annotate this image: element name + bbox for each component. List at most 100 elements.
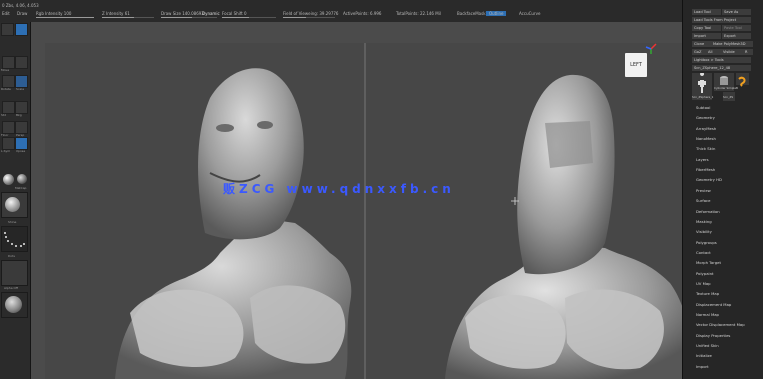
menu-item-fibermesh[interactable]: FiberMesh bbox=[696, 167, 715, 172]
menu-item-display-properties[interactable]: Display Properties bbox=[696, 333, 730, 338]
menu-item-deformation[interactable]: Deformation bbox=[696, 209, 720, 214]
tool-thumb-1-label: Scn_ZSphere_1 bbox=[692, 95, 714, 99]
menu-item-nanomesh[interactable]: NanoMesh bbox=[696, 136, 716, 141]
orientation-cube[interactable]: LEFT bbox=[625, 53, 647, 77]
current-tool-name[interactable]: Scn_ZSphere_12_48 bbox=[692, 65, 751, 71]
goz-button[interactable]: GoZ bbox=[692, 49, 706, 55]
scale-icon[interactable] bbox=[15, 56, 28, 69]
left-shelf: Move Rotate Scale Std Bkg Floor Persp L.… bbox=[0, 22, 31, 379]
dynamic-toggle[interactable]: Dynamic bbox=[202, 11, 220, 16]
focal-shift-slider[interactable] bbox=[222, 17, 276, 18]
r-button[interactable]: R bbox=[743, 49, 753, 55]
window-title: 0 Zbs, 4.06, 4.053 bbox=[2, 3, 39, 8]
dots-stroke-icon bbox=[4, 232, 25, 247]
menu-item-displacement-map[interactable]: Displacement Map bbox=[696, 302, 731, 307]
lsym-label: L.Sym bbox=[1, 149, 11, 153]
menu-item-layers[interactable]: Layers bbox=[696, 157, 709, 162]
draw-size-slider[interactable] bbox=[161, 17, 217, 18]
load-tools-from-project-button[interactable]: Load Tools From Project bbox=[692, 17, 751, 23]
tool-thumb-2-label: Cylinder SimpleB bbox=[714, 86, 738, 90]
focal-shift-label[interactable]: Focal Shift 0 bbox=[222, 11, 247, 16]
tab-edit[interactable]: Edit bbox=[2, 11, 10, 16]
tool-thumb-1[interactable]: Scn_ZSphere_1 bbox=[692, 72, 714, 100]
sculpt-models bbox=[115, 43, 682, 379]
menu-item-uv-map[interactable]: UV Map bbox=[696, 281, 711, 286]
menu-item-geometry-hd[interactable]: Geometry HD bbox=[696, 177, 722, 182]
menu-item-visibility[interactable]: Visibility bbox=[696, 229, 712, 234]
total-points: TotalPoints: 22.146 Mil bbox=[396, 11, 441, 16]
copy-tool-button[interactable]: Copy Tool bbox=[692, 25, 721, 31]
top-toolbar: 0 Zbs, 4.06, 4.053 Edit Draw Rgb Intensi… bbox=[0, 0, 763, 23]
draw-mode-icon[interactable] bbox=[15, 23, 28, 36]
tool-palette: Load Tool Save As Load Tools From Projec… bbox=[682, 0, 763, 379]
menu-item-contact[interactable]: Contact bbox=[696, 250, 711, 255]
menu-item-morph-target[interactable]: Morph Target bbox=[696, 260, 721, 265]
tab-draw[interactable]: Draw bbox=[17, 11, 27, 16]
matcap-swatch-icon[interactable] bbox=[17, 174, 27, 184]
canvas[interactable] bbox=[45, 43, 682, 379]
material-slot[interactable] bbox=[1, 192, 28, 218]
import-button[interactable]: Import bbox=[692, 33, 721, 39]
field-of-view-label[interactable]: Field of Vieweing: 39.29776 bbox=[283, 11, 338, 16]
all-button[interactable]: All bbox=[706, 49, 721, 55]
tool-thumb-4[interactable]: Scn_ZS bbox=[723, 92, 735, 101]
menu-item-polypaint[interactable]: Polypaint bbox=[696, 271, 713, 276]
menu-item-subtool[interactable]: Subtool bbox=[696, 105, 710, 110]
texture-slot[interactable] bbox=[1, 292, 28, 318]
texture-preview-icon bbox=[5, 296, 22, 313]
zsphere-thumbnail-icon bbox=[738, 76, 746, 87]
edit-mode-icon[interactable] bbox=[1, 23, 14, 36]
xpose-label: Xpose bbox=[16, 149, 26, 153]
clone-button[interactable]: Clone bbox=[692, 41, 711, 47]
make-polymesh3d-button[interactable]: Make PolyMesh3D bbox=[711, 41, 753, 47]
scale-label: Scale bbox=[16, 87, 25, 91]
active-points: ActivePoints: 6.996 bbox=[343, 11, 382, 16]
menu-item-thick-skin[interactable]: Thick Skin bbox=[696, 146, 715, 151]
matcap-label: MatCap bbox=[15, 186, 27, 190]
menu-item-masking[interactable]: Masking bbox=[696, 219, 712, 224]
menu-item-texture-map[interactable]: Texture Map bbox=[696, 291, 719, 296]
save-as-button[interactable]: Save As bbox=[722, 9, 751, 15]
lightbox-tools-button[interactable]: Lightbox > Tools bbox=[692, 57, 751, 63]
visible-button[interactable]: Visible bbox=[721, 49, 743, 55]
menu-item-geometry[interactable]: Geometry bbox=[696, 115, 715, 120]
menu-item-polygroups[interactable]: Polygroups bbox=[696, 240, 717, 245]
menu-item-normal-map[interactable]: Normal Map bbox=[696, 312, 719, 317]
lowpoly-head-model bbox=[445, 74, 682, 379]
std-label: Std bbox=[1, 113, 6, 117]
rgb-intensity-slider[interactable] bbox=[36, 17, 94, 18]
tool-thumb-2[interactable]: Cylinder SimpleB bbox=[714, 73, 738, 91]
field-of-view-slider[interactable] bbox=[283, 17, 335, 18]
material-preview-icon bbox=[5, 197, 20, 212]
menu-item-surface[interactable]: Surface bbox=[696, 198, 710, 203]
sphere-brush-icon[interactable] bbox=[3, 174, 14, 185]
watermark-text: 贩ZCG www.qdnxxfb.cn bbox=[223, 182, 455, 196]
menu-item-initialize[interactable]: Initialize bbox=[696, 353, 712, 358]
alpha-slot[interactable] bbox=[1, 260, 28, 286]
rotate-label: Rotate bbox=[1, 87, 11, 91]
z-intensity-label[interactable]: Z Intensity 61 bbox=[102, 11, 130, 16]
rgb-intensity-label[interactable]: Rgb Intensity 100 bbox=[36, 11, 71, 16]
backface-mask-label[interactable]: BackfaceMask bbox=[457, 11, 486, 16]
accucurve-toggle[interactable]: AccuCurve bbox=[519, 11, 540, 16]
menu-item-import[interactable]: Import bbox=[696, 364, 709, 369]
move-label: Move bbox=[1, 68, 10, 72]
load-tool-button[interactable]: Load Tool bbox=[692, 9, 721, 15]
menu-item-vector-displacement-map[interactable]: Vector Displacement Map bbox=[696, 322, 745, 327]
dots-label: Dots bbox=[8, 254, 15, 258]
detailed-head-model bbox=[115, 68, 352, 379]
draw-size-label[interactable]: Draw Size 140.08693 bbox=[161, 11, 204, 16]
export-button[interactable]: Export bbox=[722, 33, 751, 39]
tool-thumb-3[interactable] bbox=[736, 73, 749, 87]
figure-thumbnail-icon bbox=[698, 72, 706, 93]
stroke-slot[interactable] bbox=[1, 226, 28, 252]
document-viewport[interactable] bbox=[31, 22, 682, 379]
cursor-crosshair-icon bbox=[511, 197, 519, 205]
menu-item-arraymesh[interactable]: ArrayMesh bbox=[696, 126, 716, 131]
menu-item-preview[interactable]: Preview bbox=[696, 188, 711, 193]
z-intensity-slider[interactable] bbox=[102, 17, 154, 18]
paste-tool-button[interactable]: Paste Tool bbox=[722, 25, 751, 31]
outline-button[interactable]: Outline bbox=[486, 11, 507, 16]
tool-thumb-4-label: Scn_ZS bbox=[723, 95, 734, 99]
menu-item-unified-skin[interactable]: Unified Skin bbox=[696, 343, 719, 348]
